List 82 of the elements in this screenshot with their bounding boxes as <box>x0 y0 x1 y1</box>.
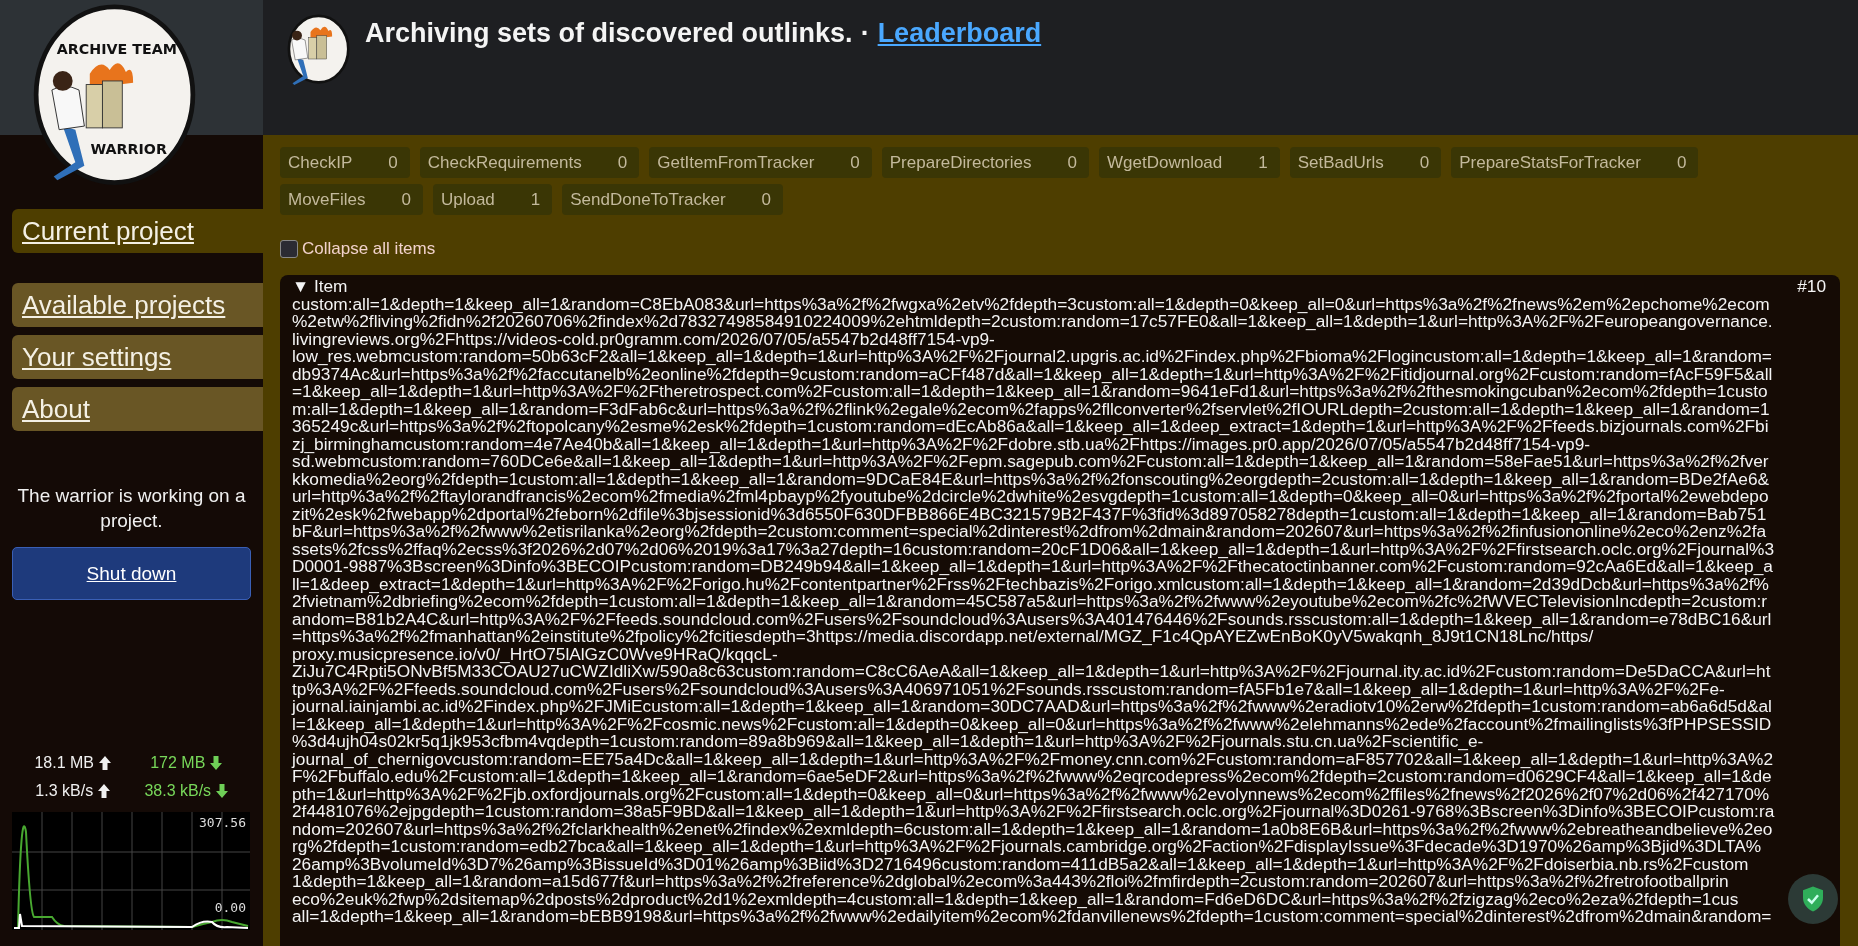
log-line: sd.webmcustom:random=760DCe6e&all=1&keep_all=1&depth=1&url=http%3A%2F%2Fepm.sagepub.com%2Fcustom:all=1&depth=1&keep_all=1&random=58eFae51&url=https%3a%2f%2fver <box>292 453 1770 471</box>
task-name: PrepareDirectories <box>889 152 1032 174</box>
log-line: =https%3a%2f%2fmanhattan%2einstitute%2fpolicy%2fcitiesdepth=3https://media.discordapp.net/external/MGZ_F1c4QpAYEZwEnBoK0yV5wakqnh_8J9t1CN18Lnc/https/ <box>292 628 1594 646</box>
task-name: CheckIP <box>288 152 353 174</box>
task-count: 0 <box>401 189 411 211</box>
task-name: SendDoneToTracker <box>570 189 726 211</box>
log-line: ndom=202607&url=https%3a%2f%2fclarkhealth%2enet%2findex%2exmldepth=6custom:all=1&depth=1&keep_all=1&random=1a0b8E6B&url=https%3a%2f%2fwww%2ebreatheandbelieve%2eo <box>292 820 1773 838</box>
graph-label: 307.56 <box>199 815 246 830</box>
task-name: CheckRequirements <box>427 152 582 174</box>
task-name: GetItemFromTracker <box>657 152 815 174</box>
arrow-down-icon <box>216 784 229 798</box>
nav-link[interactable]: Available projects <box>12 283 263 327</box>
arrow-up-icon <box>99 756 112 770</box>
download-rate: 38.3 kB/s <box>144 782 212 800</box>
shield-check-icon[interactable] <box>1788 874 1838 924</box>
nav-link[interactable]: About <box>12 387 263 431</box>
log-line: ll=1&deep_extract=1&depth=1&url=http%3A%2F%2Forigo.hu%2Fcontentpartner%2Frss%2Ftechbazis%2Forigo.xmlcustom:all=1&depth=1&keep_all=1&random=2d39dDcb&url=https%3a%2f% <box>292 575 1769 593</box>
shutdown-button[interactable]: Shut down <box>12 547 251 600</box>
task-name: Upload <box>440 189 495 211</box>
status-text: The warrior is working on a project. <box>16 484 247 533</box>
separator: · <box>860 18 870 49</box>
upload-rate: 1.3 kB/s <box>35 782 94 800</box>
log-line: andom=B81b2A4C&url=http%3A%2F%2Ffeeds.soundcloud.com%2Fusers%2Fsoundcloud%3Ausers%3A401476446%2Fsounds.rsscustom:all=1&depth=1&keep_all=1&random=e78dBC16&url <box>292 610 1773 628</box>
item-number: #10 <box>1797 278 1826 296</box>
log-line: zj_birminghamcustom:random=4e7Ae40b&all=1&keep_all=1&depth=1&url=http%3A%2F%2Fdobre.stb.ua%2Fhttps://images.pr0.app/2026/07/05/a5547b2d48ff7154-vp9- <box>292 435 1591 453</box>
log-line: 365249c&url=https%3a%2f%2ftopolcany%2esme%2esk%2fdepth=1custom:random=dEcAb86a&all=1&keep_all=1&deep_extract=1&depth=1&url=http%3A%2F%2Ffeeds.bizjournals.com%2Fbi <box>292 418 1770 436</box>
arrow-up-icon <box>98 784 111 798</box>
task-count: 1 <box>1258 152 1268 174</box>
log-line: ssets%2fcss%2ffaq%2ecss%3f2026%2d07%2d06%2019%3a17%3a27depth=16custom:random=20cF1D06&all=1&keep_all=1&depth=1&url=http%3A%2F%2Ffirstsearch.oclc.org%2Fjournal%3 <box>292 540 1775 558</box>
log-line: db9374Ac&url=https%3a%2f%2faccutanelb%2eonline%2fdepth=9custom:random=aCFf487d&all=1&keep_all=1&depth=1&url=http%3A%2F%2Fitidjournal.org%2Fcustom:random=fAcF59F5&all <box>292 365 1774 383</box>
log-line: rg%2fdepth=1custom:random=edb27bca&all=1&keep_all=1&depth=1&url=http%3A%2F%2Fjournals.cambridge.org%2Faction%2FdisplayIssue%3Fdecade%3D1970%26amp%3Bjid%3DLTA% <box>292 838 1762 856</box>
log-line: bF&url=https%3a%2f%2fwww%2etisrilanka%2eorg%2fdepth=2custom:comment=special%2dinterest%2dfrom%2dmain&random=202607&url=https%3a%2f%2finfusiononline%2eco%2enz%2fa <box>292 523 1768 541</box>
log-line: F%2Fbuffalo.edu%2Fcustom:all=1&depth=1&keep_all=1&random=6ae5eDF2&url=https%3a%2f%2fwww%2eqrcodepress%2ecom%2fdepth=2custom:random=d0629CF4&all=1&keep_all=1&de <box>292 768 1772 786</box>
log-line: pth=1&url=http%3A%2F%2Fjb.oxfordjournals.org%2Fcustom:all=1&depth=0&keep_all=0&url=https%3a%2f%2fwww%2evolynnews%2ecom%2ffiles%2fnews%2f2026%2f07%2d06%2f427170% <box>292 785 1770 803</box>
log-line: 1&depth=1&keep_all=1&random=a15d677f&url=https%3a%2f%2freference%2dglobal%2ecom%3a443%2floi%2fmfirdepth=2custom:random=202607&url=https%3a%2f%2fretrofootballprin <box>292 873 1729 891</box>
task-count: 0 <box>761 189 772 211</box>
task-count: 0 <box>1676 152 1687 174</box>
item-toggle[interactable]: ▼ Item <box>292 278 348 296</box>
log-line: low_res.webmcustom:random=50b63cF2&all=1&keep_all=1&depth=1&url=http%3A%2F%2Fjournal2.upgris.ac.id%2Findex.php%2Fbioma%2Flogincustom:all=1&depth=1&keep_all=1&random= <box>292 348 1773 366</box>
task-name: SetBadUrls <box>1297 152 1384 174</box>
log-line: kkomedia%2eorg%2fdepth=1custom:all=1&depth=1&keep_all=1&random=9DCaE84E&url=https%3a%2f%2fonscouting%2eorgdepth=2custom:all=1&depth=1&keep_all=1&random=BDe2fAe6& <box>292 470 1771 488</box>
log-line: D0001-9887%3Bscreen%3Dinfo%3BECOIPcustom:random=DB249b94&all=1&keep_all=1&depth=1&url=http%3A%2F%2Fthecatoctinbanner.com%2Fcustom:random=92cAa6Ed&all=1&keep_a <box>292 558 1773 576</box>
log-line: zit%2esk%2fwebapp%2dportal%2feborn%2dfile%3bjsessionid%3d6550F630DFBB866E4BC321579B2F437F%3fid%3d897058278depth=1custom:all=1&depth=1&keep_all=1&random=Bab751 <box>292 505 1767 523</box>
log-line: 2fvietnam%2dbriefing%2ecom%2fdepth=1custom:all=1&depth=1&keep_all=1&random=45C587a5&url=https%3a%2f%2fwww%2eyoutube%2ecom%2fc%2fWVECTelevisionIncdepth=2custom:r <box>292 593 1768 611</box>
logo-text: ARCHIVE TEAM <box>56 41 177 58</box>
log-line: journal.iainjambi.ac.id%2Findex.php%2FJMiEcustom:all=1&depth=1&keep_all=1&random=30DC7AAD&url=https%3a%2f%2fwww%2eradiotv10%2erw%2fdepth=1custom:random=ab6a6d5d&al <box>292 698 1773 716</box>
logo-text: WARRIOR <box>90 141 167 157</box>
log-line: %3d4ujh04s02kr5q1jk953cfbm4vqdepth=1custom:random=89a8b969&all=1&keep_all=1&depth=1&url=http%3A%2F%2Fjournals.stu.cn.ua%2Fscientific_e- <box>292 733 1484 751</box>
page-title: Archiving sets of discovered outlinks. <box>365 18 853 49</box>
log-line: m:all=1&depth=1&keep_all=1&random=F3dFab6c&url=https%3a%2f%2flink%2egale%2ecom%2fapps%2fllconverter%2fservlet%2fIOURLdepth=2custom:all=1&depth=1&keep_all=1&random=1 <box>292 400 1771 418</box>
log-line: 2f4481076%2ejpgdepth=1custom:random=38a5F9BD&all=1&keep_all=1&depth=1&url=http%3A%2F%2Ffirstsearch.oclc.org%2Fjournal%3D0261-9768%3Bscreen%3Dinfo%3BECOIPcustom:ra <box>292 803 1776 821</box>
log-line: =1&keep_all=1&depth=1&url=http%3A%2F%2Ftheretrospect.com%2Fcustom:all=1&depth=1&keep_all=1&random=9641eFd1&url=https%3a%2f%2fthesmokingcuban%2ecom%2fdepth=1custo <box>292 383 1768 401</box>
log-line: l=1&keep_all=1&depth=1&url=http%3A%2F%2Fcosmic.news%2Fcustom:all=1&depth=0&keep_all=0&url=https%3a%2f%2fwww%2elehmanns%2ede%2faccount%2fmailinglists%3fPHPSESSID <box>292 715 1773 733</box>
task-name: PrepareStatsForTracker <box>1459 152 1641 174</box>
log-line: eco%2euk%2fwp%2dsitemap%2dposts%2dproduct%2d1%2exmldepth=4custom:all=1&depth=1&keep_all=1&random=Fd6eD6DC&url=https%3a%2f%2fzigzag%2eco%2eza%2fdepth=1cus <box>292 890 1740 908</box>
log-line: url=http%3a%2f%2ftaylorandfrancis%2ecom%2fmedia%2fml4pbayp%2fyoutube%2dcircle%2dwhite%2esvgdepth=1custom:all=1&depth=0&keep_all=0&url=https%3a%2f%2fportal%2ewebdepo <box>292 488 1770 506</box>
task-count: 0 <box>1419 152 1430 174</box>
arrow-down-icon <box>210 756 223 770</box>
task-count: 0 <box>1067 152 1077 174</box>
nav-link[interactable]: Current project <box>12 209 263 253</box>
task-count: 0 <box>617 152 628 174</box>
log-line: livingreviews.org%2Fhttps://videos-cold.pr0gramm.com/2026/07/05/a5547b2d48ff7154-vp9- <box>292 330 995 348</box>
task-name: WgetDownload <box>1107 152 1223 174</box>
leaderboard-link[interactable]: Leaderboard <box>877 18 1042 49</box>
checkbox[interactable] <box>280 240 298 258</box>
graph-label: 0.00 <box>214 900 246 915</box>
task-count: 0 <box>850 152 860 174</box>
log-line: journal_of_chernigovcustom:random=EE75a4Dc&all=1&keep_all=1&depth=1&url=http%3A%2F%2Fmoney.cnn.com%2Fcustom:random=aF857702&all=1&keep_all=1&depth=1&url=http%3A%2 <box>292 750 1775 768</box>
task-count: 0 <box>388 152 398 174</box>
task-count: 1 <box>530 189 541 211</box>
log-line: 26amp%3BvolumeId%3D7%26amp%3BissueId%3D01%26amp%3Biid%3D2716496custom:random=411dB5a2&all=1&keep_all=1&depth=1&url=http%3A%2F%2Fdoiserbia.nb.rs%2Fcustom <box>292 855 1749 873</box>
task-name: MoveFiles <box>288 189 366 211</box>
log-line: tp%3A%2F%2Ffeeds.soundcloud.com%2Fusers%2Fsoundcloud%3Ausers%3A406971051%2Fsounds.rsscustom:random=fA5Fb1e7&all=1&keep_all=1&depth=1&url=http%3A%2F%2Fe- <box>292 680 1725 698</box>
log-line: ZiJu7C4Rpti5ONvBf5M33COAU27uCWZIdliXw/590a8c63custom:random=C8cC6AeA&all=1&keep_all=1&depth=1&url=http%3A%2F%2Fjournal.ity.ac.id%2Fcustom:random=De5DaCCA&url=ht <box>292 663 1772 681</box>
log-line: all=1&depth=1&keep_all=1&random=bEBB9198&url=https%3a%2f%2fwww%2edailyitem%2ecom%2fdanvillenews%2fdepth=1custom:comment=special%2dinterest%2dfrom%2dmain&random= <box>292 908 1773 926</box>
log-line: %2etw%2fliving%2fidn%2f20260706%2findex%2d78327498584910224009%2ehtmldepth=2custom:random=17c57FE0&all=1&keep_all=1&depth=1&url=http%3A%2F%2Feuropeangovernance. <box>292 313 1774 331</box>
log-line: proxy.musicpresence.io/v0/_HrtO75lAlGzC0Wve9HRaQ/kqqcL- <box>292 645 778 663</box>
log-line: custom:all=1&depth=1&keep_all=1&random=C8EbA083&url=https%3a%2f%2fwgxa%2etv%2fdepth=3custom:all=1&depth=0&keep_all=0&url=https%3a%2f%2fnews%2em%2epchome%2ecom <box>292 295 1771 313</box>
downloaded-total: 172 MB <box>150 754 206 772</box>
uploaded-total: 18.1 MB <box>34 754 95 772</box>
nav-link[interactable]: Your settings <box>12 335 263 379</box>
checkbox-label: Collapse all items <box>302 239 436 259</box>
